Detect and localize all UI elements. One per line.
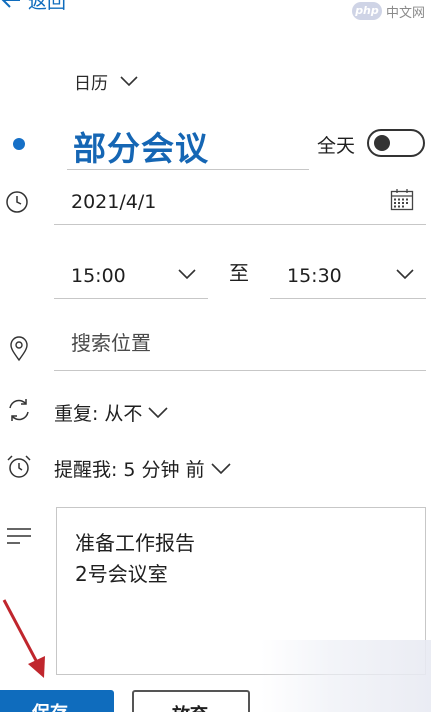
location-input[interactable]: 搜索位置	[54, 321, 426, 371]
toggle-knob	[374, 135, 390, 151]
watermark-badge: php	[351, 2, 382, 20]
chevron-down-icon	[178, 269, 196, 279]
discard-label: 放弃	[172, 701, 208, 712]
reminder-select[interactable]: 提醒我: 5 分钟 前	[54, 454, 231, 482]
start-time-select[interactable]: 15:00	[54, 255, 208, 299]
chevron-down-icon	[120, 76, 138, 86]
back-button[interactable]: 返回	[0, 0, 66, 14]
calendar-picker-icon[interactable]	[390, 188, 414, 212]
event-title-text: 部分会议	[73, 129, 209, 168]
event-title-field[interactable]: 部分会议	[67, 114, 309, 170]
end-time-select[interactable]: 15:30	[270, 255, 426, 299]
watermark-overlay	[261, 640, 431, 712]
date-field[interactable]: 2021/4/1	[54, 181, 426, 225]
location-placeholder: 搜索位置	[71, 331, 151, 355]
all-day-label: 全天	[317, 135, 356, 157]
save-label: 保存	[32, 699, 68, 712]
chevron-down-icon	[396, 269, 414, 279]
clock-icon	[5, 190, 29, 214]
note-line: 准备工作报告	[75, 531, 195, 555]
annotation-arrow-icon	[0, 598, 50, 682]
reminder-value: 5 分钟 前	[123, 458, 205, 481]
notes-icon	[6, 527, 32, 545]
repeat-select[interactable]: 重复: 从不	[54, 398, 168, 426]
note-line: 2号会议室	[75, 562, 168, 586]
to-label: 至	[229, 261, 249, 285]
all-day-toggle[interactable]	[367, 129, 425, 157]
chevron-down-icon	[211, 462, 231, 474]
watermark: php 中文网	[351, 0, 425, 22]
repeat-value: 从不	[104, 402, 143, 425]
back-arrow-icon	[0, 0, 22, 10]
location-pin-icon	[9, 336, 29, 362]
repeat-icon	[6, 397, 32, 423]
calendar-select-label: 日历	[74, 73, 108, 94]
watermark-text: 中文网	[385, 5, 425, 21]
start-time-value: 15:00	[71, 265, 126, 287]
back-label: 返回	[28, 0, 67, 13]
calendar-color-dot	[13, 138, 25, 150]
reminder-label: 提醒我:	[54, 458, 118, 481]
end-time-value: 15:30	[287, 265, 342, 287]
save-button[interactable]: 保存	[0, 690, 114, 712]
discard-button[interactable]: 放弃	[132, 690, 250, 712]
chevron-down-icon	[148, 406, 168, 418]
repeat-label: 重复:	[54, 402, 99, 425]
alarm-clock-icon	[6, 454, 32, 480]
calendar-select[interactable]: 日历	[74, 67, 138, 95]
date-value: 2021/4/1	[71, 191, 157, 213]
